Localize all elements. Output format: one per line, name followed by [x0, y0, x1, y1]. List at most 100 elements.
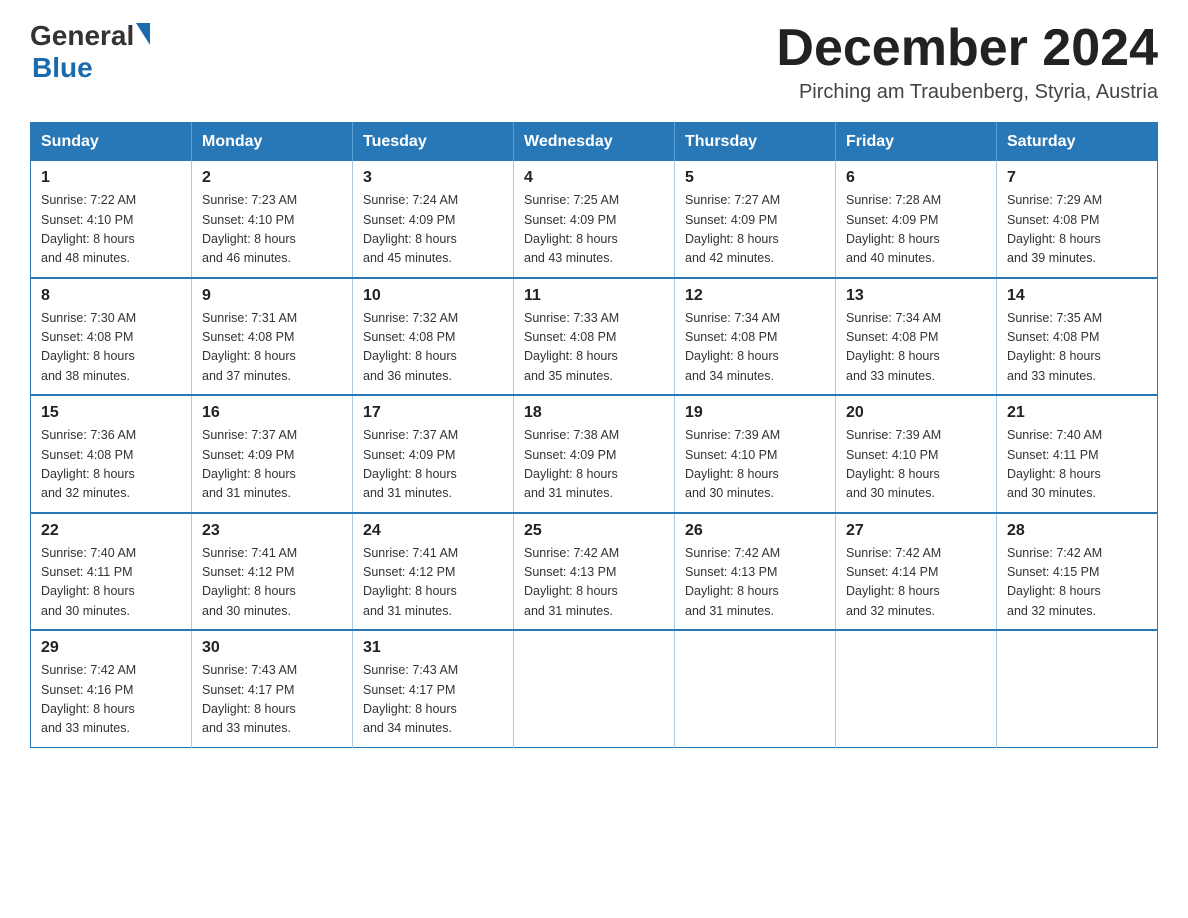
- day-number: 27: [846, 522, 986, 540]
- day-cell-30: 30 Sunrise: 7:43 AM Sunset: 4:17 PM Dayl…: [192, 630, 353, 747]
- weekday-header-monday: Monday: [192, 123, 353, 162]
- day-number: 9: [202, 287, 342, 305]
- day-number: 12: [685, 287, 825, 305]
- day-number: 16: [202, 404, 342, 422]
- day-info: Sunrise: 7:43 AM Sunset: 4:17 PM Dayligh…: [363, 661, 503, 739]
- day-cell-12: 12 Sunrise: 7:34 AM Sunset: 4:08 PM Dayl…: [675, 278, 836, 396]
- day-number: 21: [1007, 404, 1147, 422]
- day-info: Sunrise: 7:35 AM Sunset: 4:08 PM Dayligh…: [1007, 309, 1147, 387]
- day-cell-16: 16 Sunrise: 7:37 AM Sunset: 4:09 PM Dayl…: [192, 395, 353, 513]
- day-number: 10: [363, 287, 503, 305]
- day-number: 14: [1007, 287, 1147, 305]
- day-info: Sunrise: 7:36 AM Sunset: 4:08 PM Dayligh…: [41, 426, 181, 504]
- day-info: Sunrise: 7:34 AM Sunset: 4:08 PM Dayligh…: [685, 309, 825, 387]
- day-number: 4: [524, 169, 664, 187]
- day-info: Sunrise: 7:43 AM Sunset: 4:17 PM Dayligh…: [202, 661, 342, 739]
- day-cell-2: 2 Sunrise: 7:23 AM Sunset: 4:10 PM Dayli…: [192, 161, 353, 278]
- day-cell-9: 9 Sunrise: 7:31 AM Sunset: 4:08 PM Dayli…: [192, 278, 353, 396]
- day-cell-4: 4 Sunrise: 7:25 AM Sunset: 4:09 PM Dayli…: [514, 161, 675, 278]
- week-row-4: 22 Sunrise: 7:40 AM Sunset: 4:11 PM Dayl…: [31, 513, 1158, 631]
- empty-cell: [675, 630, 836, 747]
- day-cell-23: 23 Sunrise: 7:41 AM Sunset: 4:12 PM Dayl…: [192, 513, 353, 631]
- weekday-header-saturday: Saturday: [997, 123, 1158, 162]
- day-info: Sunrise: 7:37 AM Sunset: 4:09 PM Dayligh…: [202, 426, 342, 504]
- empty-cell: [836, 630, 997, 747]
- day-cell-15: 15 Sunrise: 7:36 AM Sunset: 4:08 PM Dayl…: [31, 395, 192, 513]
- day-number: 30: [202, 639, 342, 657]
- day-number: 1: [41, 169, 181, 187]
- week-row-5: 29 Sunrise: 7:42 AM Sunset: 4:16 PM Dayl…: [31, 630, 1158, 747]
- day-cell-19: 19 Sunrise: 7:39 AM Sunset: 4:10 PM Dayl…: [675, 395, 836, 513]
- day-number: 8: [41, 287, 181, 305]
- day-info: Sunrise: 7:42 AM Sunset: 4:13 PM Dayligh…: [524, 544, 664, 622]
- day-number: 7: [1007, 169, 1147, 187]
- day-info: Sunrise: 7:38 AM Sunset: 4:09 PM Dayligh…: [524, 426, 664, 504]
- day-cell-27: 27 Sunrise: 7:42 AM Sunset: 4:14 PM Dayl…: [836, 513, 997, 631]
- day-info: Sunrise: 7:42 AM Sunset: 4:16 PM Dayligh…: [41, 661, 181, 739]
- day-number: 22: [41, 522, 181, 540]
- logo: General Blue: [30, 20, 150, 84]
- day-cell-17: 17 Sunrise: 7:37 AM Sunset: 4:09 PM Dayl…: [353, 395, 514, 513]
- header: General Blue December 2024 Pirching am T…: [30, 20, 1158, 104]
- day-info: Sunrise: 7:39 AM Sunset: 4:10 PM Dayligh…: [685, 426, 825, 504]
- day-number: 20: [846, 404, 986, 422]
- day-info: Sunrise: 7:42 AM Sunset: 4:15 PM Dayligh…: [1007, 544, 1147, 622]
- day-number: 2: [202, 169, 342, 187]
- day-info: Sunrise: 7:40 AM Sunset: 4:11 PM Dayligh…: [1007, 426, 1147, 504]
- day-cell-28: 28 Sunrise: 7:42 AM Sunset: 4:15 PM Dayl…: [997, 513, 1158, 631]
- day-info: Sunrise: 7:39 AM Sunset: 4:10 PM Dayligh…: [846, 426, 986, 504]
- weekday-header-sunday: Sunday: [31, 123, 192, 162]
- day-info: Sunrise: 7:29 AM Sunset: 4:08 PM Dayligh…: [1007, 191, 1147, 269]
- day-info: Sunrise: 7:42 AM Sunset: 4:14 PM Dayligh…: [846, 544, 986, 622]
- week-row-1: 1 Sunrise: 7:22 AM Sunset: 4:10 PM Dayli…: [31, 161, 1158, 278]
- empty-cell: [997, 630, 1158, 747]
- day-number: 23: [202, 522, 342, 540]
- day-info: Sunrise: 7:42 AM Sunset: 4:13 PM Dayligh…: [685, 544, 825, 622]
- calendar-table: SundayMondayTuesdayWednesdayThursdayFrid…: [30, 122, 1158, 748]
- logo-general: General: [30, 20, 134, 52]
- day-info: Sunrise: 7:22 AM Sunset: 4:10 PM Dayligh…: [41, 191, 181, 269]
- day-number: 19: [685, 404, 825, 422]
- day-number: 18: [524, 404, 664, 422]
- day-cell-20: 20 Sunrise: 7:39 AM Sunset: 4:10 PM Dayl…: [836, 395, 997, 513]
- day-info: Sunrise: 7:41 AM Sunset: 4:12 PM Dayligh…: [202, 544, 342, 622]
- day-info: Sunrise: 7:33 AM Sunset: 4:08 PM Dayligh…: [524, 309, 664, 387]
- day-info: Sunrise: 7:30 AM Sunset: 4:08 PM Dayligh…: [41, 309, 181, 387]
- day-number: 25: [524, 522, 664, 540]
- day-cell-8: 8 Sunrise: 7:30 AM Sunset: 4:08 PM Dayli…: [31, 278, 192, 396]
- day-number: 28: [1007, 522, 1147, 540]
- day-cell-22: 22 Sunrise: 7:40 AM Sunset: 4:11 PM Dayl…: [31, 513, 192, 631]
- logo-text: General: [30, 20, 150, 52]
- day-cell-31: 31 Sunrise: 7:43 AM Sunset: 4:17 PM Dayl…: [353, 630, 514, 747]
- week-row-2: 8 Sunrise: 7:30 AM Sunset: 4:08 PM Dayli…: [31, 278, 1158, 396]
- weekday-header-row: SundayMondayTuesdayWednesdayThursdayFrid…: [31, 123, 1158, 162]
- day-info: Sunrise: 7:40 AM Sunset: 4:11 PM Dayligh…: [41, 544, 181, 622]
- day-number: 17: [363, 404, 503, 422]
- day-number: 24: [363, 522, 503, 540]
- weekday-header-thursday: Thursday: [675, 123, 836, 162]
- day-number: 13: [846, 287, 986, 305]
- day-info: Sunrise: 7:37 AM Sunset: 4:09 PM Dayligh…: [363, 426, 503, 504]
- day-cell-13: 13 Sunrise: 7:34 AM Sunset: 4:08 PM Dayl…: [836, 278, 997, 396]
- day-info: Sunrise: 7:41 AM Sunset: 4:12 PM Dayligh…: [363, 544, 503, 622]
- day-cell-25: 25 Sunrise: 7:42 AM Sunset: 4:13 PM Dayl…: [514, 513, 675, 631]
- day-info: Sunrise: 7:27 AM Sunset: 4:09 PM Dayligh…: [685, 191, 825, 269]
- day-info: Sunrise: 7:34 AM Sunset: 4:08 PM Dayligh…: [846, 309, 986, 387]
- day-cell-1: 1 Sunrise: 7:22 AM Sunset: 4:10 PM Dayli…: [31, 161, 192, 278]
- day-number: 6: [846, 169, 986, 187]
- week-row-3: 15 Sunrise: 7:36 AM Sunset: 4:08 PM Dayl…: [31, 395, 1158, 513]
- day-info: Sunrise: 7:31 AM Sunset: 4:08 PM Dayligh…: [202, 309, 342, 387]
- day-cell-5: 5 Sunrise: 7:27 AM Sunset: 4:09 PM Dayli…: [675, 161, 836, 278]
- day-info: Sunrise: 7:24 AM Sunset: 4:09 PM Dayligh…: [363, 191, 503, 269]
- day-info: Sunrise: 7:25 AM Sunset: 4:09 PM Dayligh…: [524, 191, 664, 269]
- day-number: 11: [524, 287, 664, 305]
- day-cell-3: 3 Sunrise: 7:24 AM Sunset: 4:09 PM Dayli…: [353, 161, 514, 278]
- title-area: December 2024 Pirching am Traubenberg, S…: [776, 20, 1158, 104]
- logo-triangle-icon: [136, 23, 150, 45]
- day-cell-29: 29 Sunrise: 7:42 AM Sunset: 4:16 PM Dayl…: [31, 630, 192, 747]
- day-info: Sunrise: 7:28 AM Sunset: 4:09 PM Dayligh…: [846, 191, 986, 269]
- day-number: 3: [363, 169, 503, 187]
- location-title: Pirching am Traubenberg, Styria, Austria: [776, 81, 1158, 104]
- day-cell-24: 24 Sunrise: 7:41 AM Sunset: 4:12 PM Dayl…: [353, 513, 514, 631]
- day-number: 5: [685, 169, 825, 187]
